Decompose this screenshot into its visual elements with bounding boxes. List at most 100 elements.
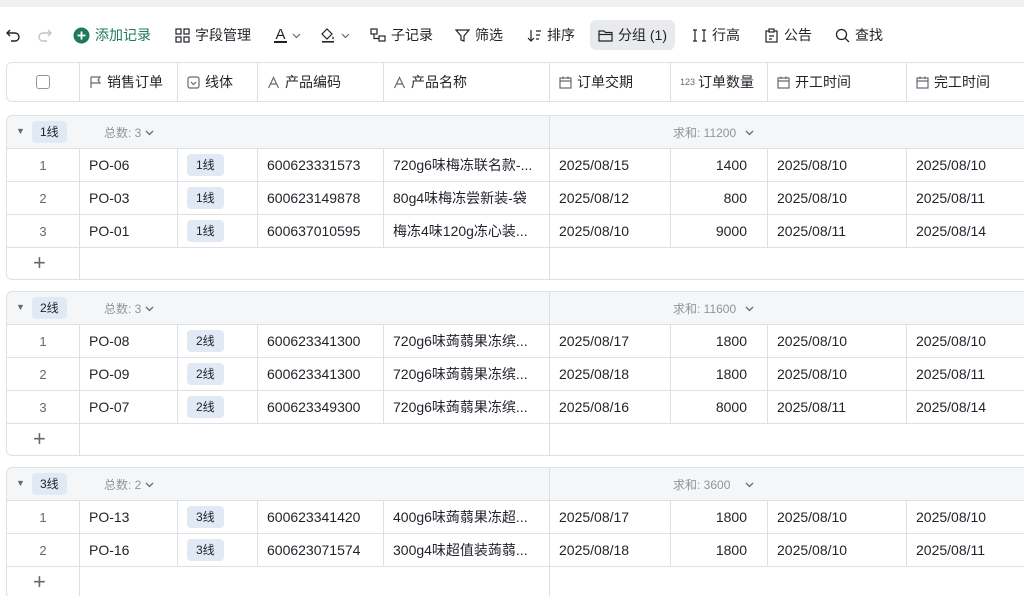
add-row-plus-icon[interactable]: + [33, 570, 46, 594]
group-count[interactable]: 总数: 3 [104, 300, 154, 317]
table-cell[interactable]: 2025/08/16 [549, 391, 670, 423]
table-cell[interactable]: 2025/08/10 [906, 149, 1024, 181]
table-cell[interactable]: 8000 [670, 391, 767, 423]
table-cell[interactable]: 2025/08/17 [549, 325, 670, 357]
table-cell[interactable]: 1800 [670, 534, 767, 566]
group-button[interactable]: 分组 (1) [590, 20, 675, 50]
table-row[interactable]: 3 PO-01 1线 600637010595 梅冻4味120g冻心装... 2025/0… [7, 215, 1024, 248]
table-cell[interactable]: 2线 [177, 391, 257, 423]
column-header[interactable]: 完工时间 [906, 63, 1024, 101]
select-all-checkbox[interactable] [36, 75, 50, 89]
table-cell[interactable]: 2025/08/18 [549, 358, 670, 390]
sub-record-button[interactable]: 子记录 [370, 20, 433, 50]
table-cell[interactable]: 梅冻4味120g冻心装... [383, 215, 549, 247]
table-cell[interactable]: 2025/08/10 [549, 215, 670, 247]
table-row[interactable]: 1 PO-13 3线 600623341420 400g6味蒟蒻果冻超... 2025/0… [7, 501, 1024, 534]
table-cell[interactable]: 2025/08/10 [767, 182, 906, 214]
filter-button[interactable]: 筛选 [455, 20, 503, 50]
table-row[interactable]: 2 PO-16 3线 600623071574 300g4味超值装蒟蒻... 2025/0… [7, 534, 1024, 567]
table-cell[interactable]: 2025/08/14 [906, 215, 1024, 247]
table-row[interactable]: 1 PO-06 1线 600623331573 720g6味梅冻联名款-... 2025/… [7, 149, 1024, 182]
table-cell[interactable]: 600623341300 [257, 358, 383, 390]
table-cell[interactable]: 1800 [670, 325, 767, 357]
chevron-down-icon[interactable] [745, 128, 754, 137]
redo-button[interactable] [37, 20, 53, 50]
table-cell[interactable]: 1800 [670, 358, 767, 390]
table-cell[interactable]: 600623341300 [257, 325, 383, 357]
collapse-triangle-icon[interactable]: ▼ [16, 126, 25, 136]
table-row[interactable]: 2 PO-03 1线 600623149878 80g4味梅冻尝新装-袋 2025/08/… [7, 182, 1024, 215]
table-cell[interactable]: PO-08 [79, 325, 177, 357]
table-cell[interactable]: 400g6味蒟蒻果冻超... [383, 501, 549, 533]
table-cell[interactable]: 720g6味梅冻联名款-... [383, 149, 549, 181]
chevron-down-icon[interactable] [745, 304, 754, 313]
column-header[interactable]: 线体 [177, 63, 257, 101]
undo-button[interactable] [5, 20, 21, 50]
table-cell[interactable]: 2025/08/15 [549, 149, 670, 181]
table-cell[interactable]: 720g6味蒟蒻果冻缤... [383, 325, 549, 357]
collapse-triangle-icon[interactable]: ▼ [16, 302, 25, 312]
table-cell[interactable]: 1线 [177, 182, 257, 214]
table-cell[interactable]: 2线 [177, 358, 257, 390]
column-header[interactable]: 产品编码 [257, 63, 383, 101]
table-cell[interactable]: 1线 [177, 149, 257, 181]
table-cell[interactable]: 2025/08/11 [906, 182, 1024, 214]
table-cell[interactable]: 3线 [177, 501, 257, 533]
table-cell[interactable]: 600623349300 [257, 391, 383, 423]
table-cell[interactable]: 720g6味蒟蒻果冻缤... [383, 358, 549, 390]
add-row-plus-icon[interactable]: + [33, 251, 46, 275]
table-cell[interactable]: 600623331573 [257, 149, 383, 181]
chevron-down-icon[interactable] [745, 480, 754, 489]
table-cell[interactable]: 300g4味超值装蒟蒻... [383, 534, 549, 566]
group-header[interactable]: ▼ 2线 总数: 3 求和: 11600 [7, 292, 1024, 325]
table-cell[interactable]: PO-06 [79, 149, 177, 181]
table-cell[interactable]: 2025/08/14 [906, 391, 1024, 423]
table-row[interactable]: 2 PO-09 2线 600623341300 720g6味蒟蒻果冻缤... 2025/0… [7, 358, 1024, 391]
collapse-triangle-icon[interactable]: ▼ [16, 478, 25, 488]
table-cell[interactable]: 2025/08/10 [906, 501, 1024, 533]
table-cell[interactable]: PO-03 [79, 182, 177, 214]
table-cell[interactable]: PO-13 [79, 501, 177, 533]
notice-button[interactable]: 公告 [764, 20, 812, 50]
table-cell[interactable]: 2线 [177, 325, 257, 357]
table-cell[interactable]: 2025/08/17 [549, 501, 670, 533]
table-row[interactable]: 3 PO-07 2线 600623349300 720g6味蒟蒻果冻缤... 2025/0… [7, 391, 1024, 424]
row-height-button[interactable]: 行高 [692, 20, 740, 50]
table-cell[interactable]: PO-01 [79, 215, 177, 247]
text-color-button[interactable]: A [274, 20, 301, 50]
table-cell[interactable]: 2025/08/10 [906, 325, 1024, 357]
table-cell[interactable]: PO-16 [79, 534, 177, 566]
table-cell[interactable]: 80g4味梅冻尝新装-袋 [383, 182, 549, 214]
table-cell[interactable]: 1线 [177, 215, 257, 247]
table-cell[interactable]: 2025/08/10 [767, 358, 906, 390]
group-count[interactable]: 总数: 3 [104, 124, 154, 141]
group-count[interactable]: 总数: 2 [104, 476, 154, 493]
table-cell[interactable]: 2025/08/10 [767, 534, 906, 566]
table-cell[interactable]: 720g6味蒟蒻果冻缤... [383, 391, 549, 423]
sort-button[interactable]: 排序 [527, 20, 575, 50]
group-header[interactable]: ▼ 1线 总数: 3 求和: 11200 [7, 116, 1024, 149]
table-cell[interactable]: 2025/08/11 [906, 358, 1024, 390]
table-cell[interactable]: 600623149878 [257, 182, 383, 214]
column-header[interactable]: 123 订单数量 [670, 63, 767, 101]
search-button[interactable]: 查找 [835, 20, 883, 50]
table-cell[interactable]: 1400 [670, 149, 767, 181]
table-cell[interactable]: 2025/08/11 [906, 534, 1024, 566]
table-cell[interactable]: 1800 [670, 501, 767, 533]
fill-color-button[interactable] [320, 20, 350, 50]
add-record-button[interactable]: 添加记录 [73, 20, 151, 50]
add-row[interactable]: + [7, 567, 1024, 596]
table-cell[interactable]: 2025/08/10 [767, 149, 906, 181]
column-header[interactable]: 订单交期 [549, 63, 670, 101]
table-cell[interactable]: 2025/08/12 [549, 182, 670, 214]
table-cell[interactable]: 2025/08/10 [767, 501, 906, 533]
field-manage-button[interactable]: 字段管理 [175, 20, 251, 50]
table-cell[interactable]: PO-09 [79, 358, 177, 390]
table-cell[interactable]: 9000 [670, 215, 767, 247]
add-row[interactable]: + [7, 248, 1024, 279]
group-header[interactable]: ▼ 3线 总数: 2 求和: 3600 [7, 468, 1024, 501]
table-cell[interactable]: 2025/08/11 [767, 215, 906, 247]
table-cell[interactable]: 600623341420 [257, 501, 383, 533]
column-header[interactable]: 产品名称 [383, 63, 549, 101]
table-row[interactable]: 1 PO-08 2线 600623341300 720g6味蒟蒻果冻缤... 2025/0… [7, 325, 1024, 358]
